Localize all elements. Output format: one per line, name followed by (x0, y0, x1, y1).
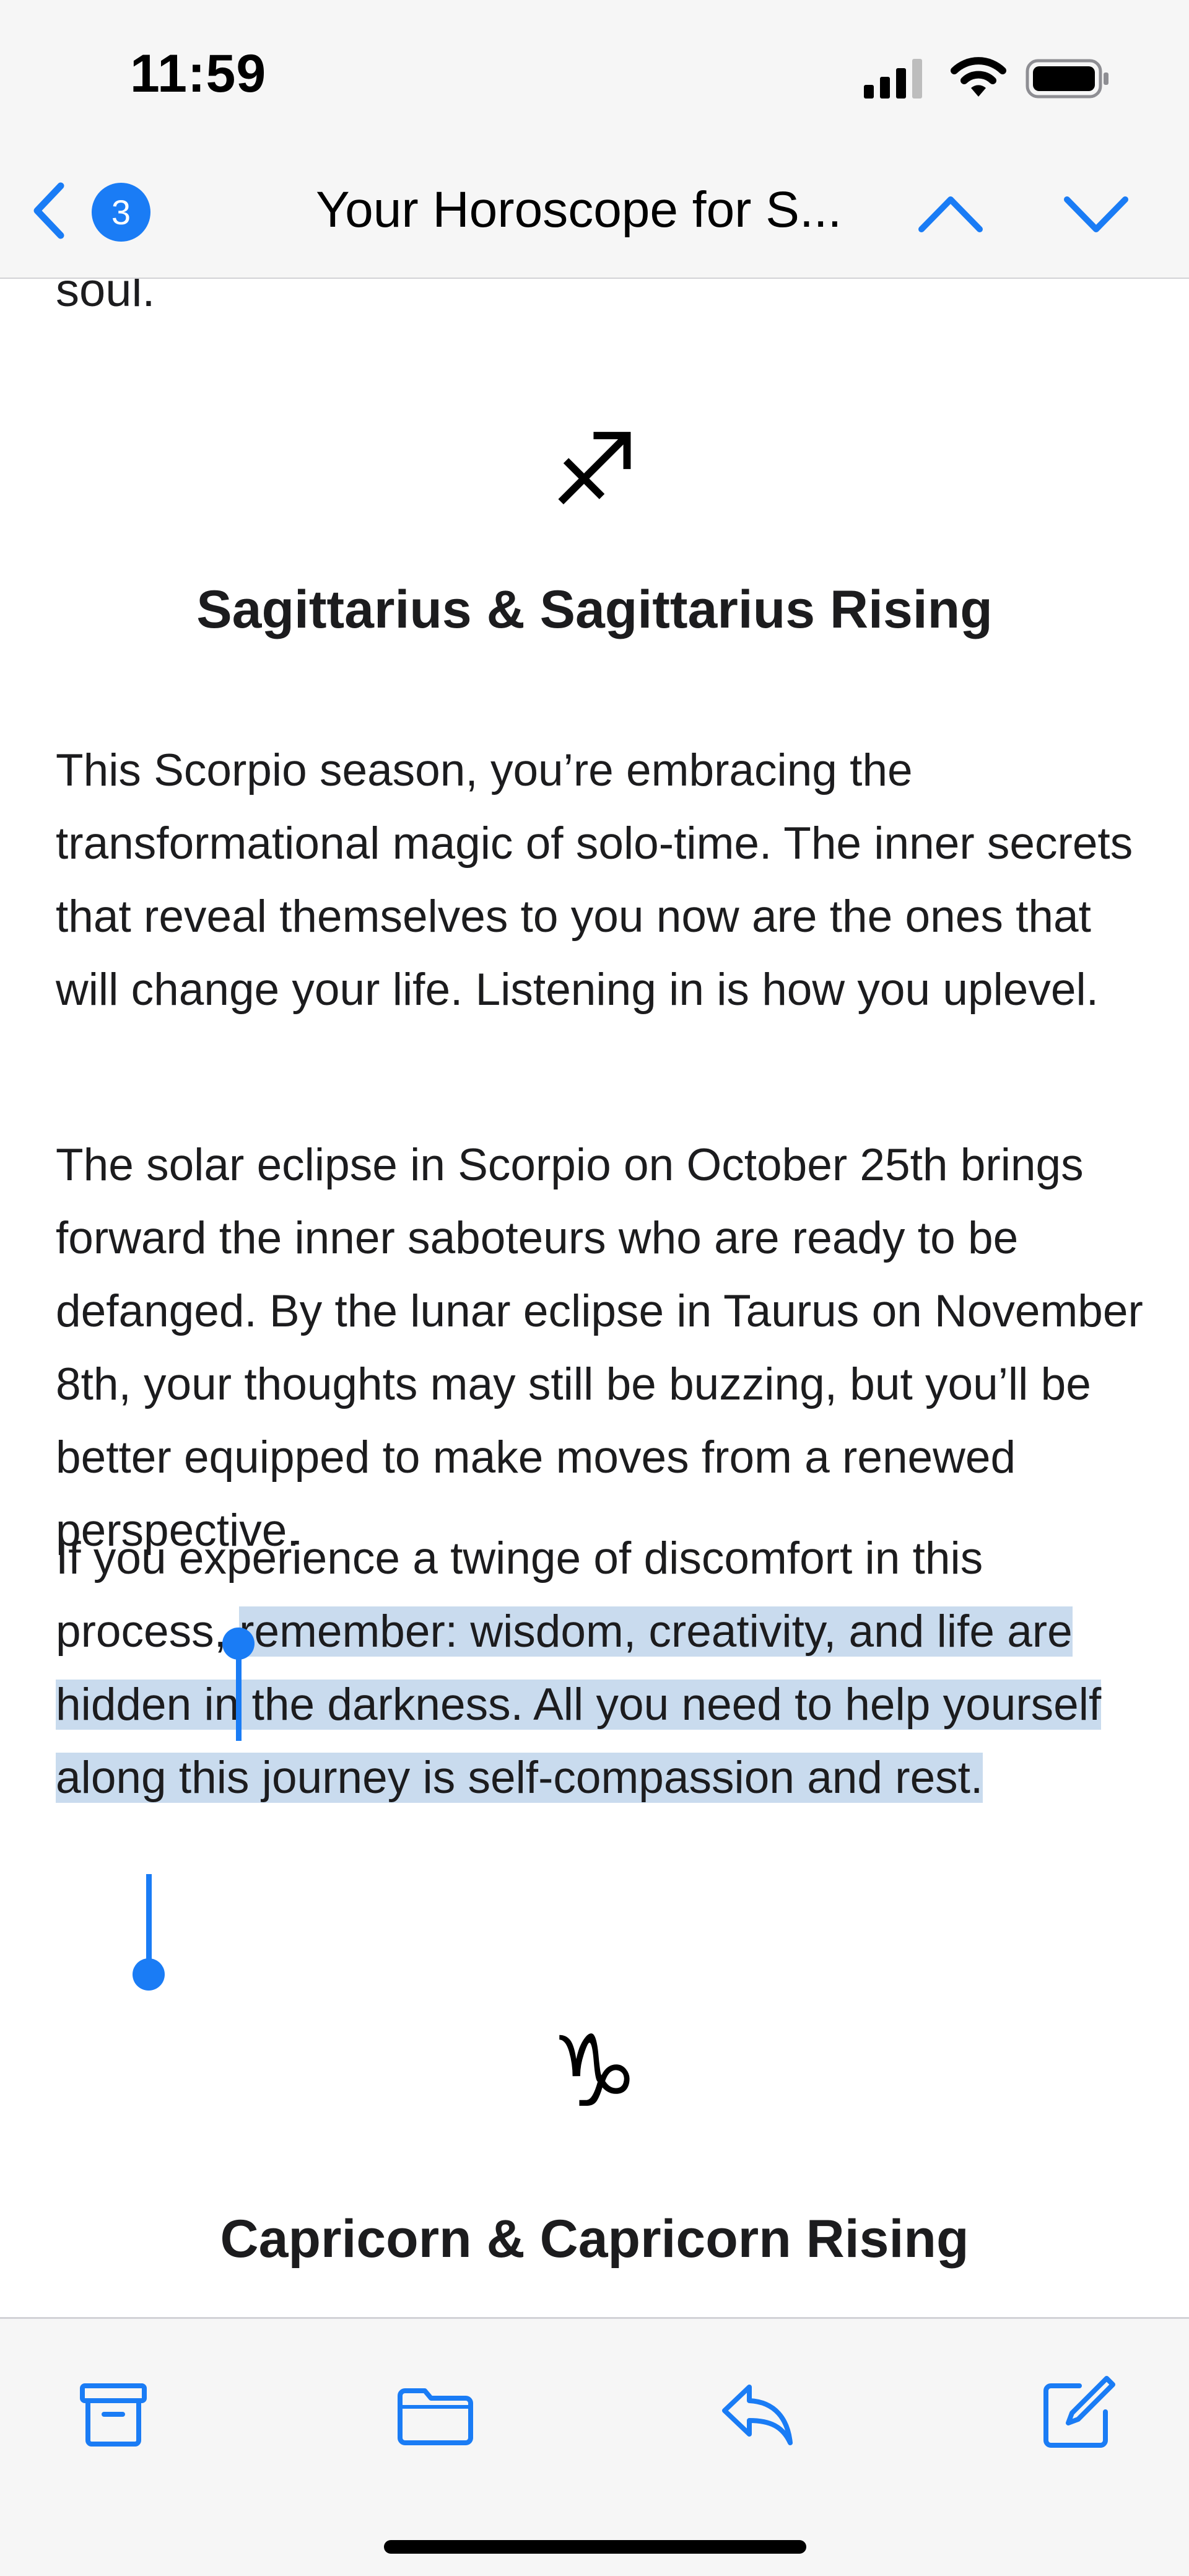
status-bar: 11:59 (0, 0, 1189, 155)
unread-count-badge[interactable]: 3 (92, 183, 150, 242)
selection-end-handle[interactable] (130, 1874, 167, 1998)
sagittarius-symbol-icon: ♐ (550, 412, 639, 528)
bottom-toolbar (0, 2317, 1189, 2576)
reply-icon[interactable] (717, 2373, 798, 2454)
email-body[interactable]: soul. ♐ Sagittarius & Sagittarius Rising… (0, 279, 1189, 2317)
email-subject-title: Your Horoscope for S... (316, 182, 842, 238)
section-heading-capricorn: Capricorn & Capricorn Rising (220, 2209, 969, 2269)
back-chevron-icon[interactable] (24, 180, 73, 242)
paragraph-with-selection: If you experience a twinge of discomfort… (56, 1522, 1146, 1815)
next-message-chevron-down-icon[interactable] (1062, 186, 1130, 242)
home-indicator[interactable] (384, 2540, 806, 2554)
battery-icon (1026, 59, 1108, 99)
paragraph: This Scorpio season, you’re embracing th… (56, 745, 1133, 1015)
folder-icon[interactable] (395, 2373, 476, 2454)
previous-message-chevron-up-icon[interactable] (917, 186, 985, 242)
status-time: 11:59 (130, 44, 267, 103)
capricorn-symbol-icon: ♑ (550, 2013, 639, 2129)
selection-start-handle[interactable] (220, 1626, 257, 1750)
wifi-icon (951, 57, 1006, 97)
nav-bar: 3 Your Horoscope for S... (0, 155, 1189, 279)
previous-paragraph-tail: soul. (56, 279, 155, 317)
section-heading-sagittarius: Sagittarius & Sagittarius Rising (196, 580, 993, 639)
archive-icon[interactable] (73, 2373, 154, 2454)
compose-icon[interactable] (1037, 2373, 1118, 2454)
paragraph: The solar eclipse in Scorpio on October … (56, 1140, 1143, 1556)
cellular-signal-icon (864, 59, 922, 99)
